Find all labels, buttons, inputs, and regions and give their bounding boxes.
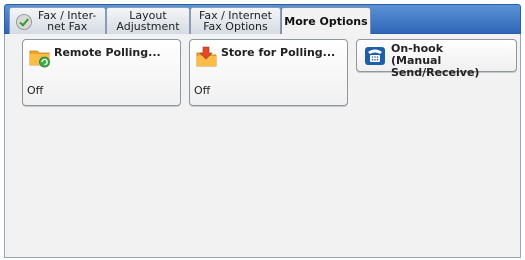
tab-layout-adjustment[interactable]: Layout Adjustment: [106, 7, 190, 34]
remote-polling-button[interactable]: Remote Polling... Off: [22, 39, 181, 106]
store-for-polling-button[interactable]: Store for Polling... Off: [189, 39, 348, 106]
remote-polling-title: Remote Polling...: [54, 46, 161, 59]
on-hook-button[interactable]: On-hook (Manual Send/Receive): [356, 39, 517, 79]
folder-store-icon: [196, 46, 217, 67]
tab-fax-options-label: Fax / Internet Fax Options: [199, 9, 272, 33]
tab-bar: Fax / Inter- net Fax Layout Adjustment F…: [4, 4, 521, 35]
telephone-icon: [365, 47, 385, 65]
folder-polling-icon: [29, 50, 50, 68]
tab-fax-internet-fax-options[interactable]: Fax / Internet Fax Options: [190, 7, 281, 34]
tab-layout-label: Layout Adjustment: [116, 9, 180, 33]
on-hook-title: On-hook (Manual Send/Receive): [391, 42, 480, 79]
fax-checkmark-icon: [16, 14, 32, 30]
store-for-polling-title: Store for Polling...: [221, 46, 336, 59]
remote-polling-value: Off: [27, 84, 44, 97]
tab-more-options[interactable]: More Options: [281, 7, 371, 35]
more-options-screen: Fax / Inter- net Fax Layout Adjustment F…: [4, 4, 521, 258]
tab-fax-label: Fax / Inter- net Fax: [38, 9, 97, 33]
tab-more-options-label: More Options: [284, 15, 368, 28]
options-panel: Remote Polling... Off Store for Polling.…: [4, 34, 521, 258]
store-for-polling-value: Off: [194, 84, 211, 97]
tab-fax-internet-fax[interactable]: Fax / Inter- net Fax: [9, 7, 106, 34]
